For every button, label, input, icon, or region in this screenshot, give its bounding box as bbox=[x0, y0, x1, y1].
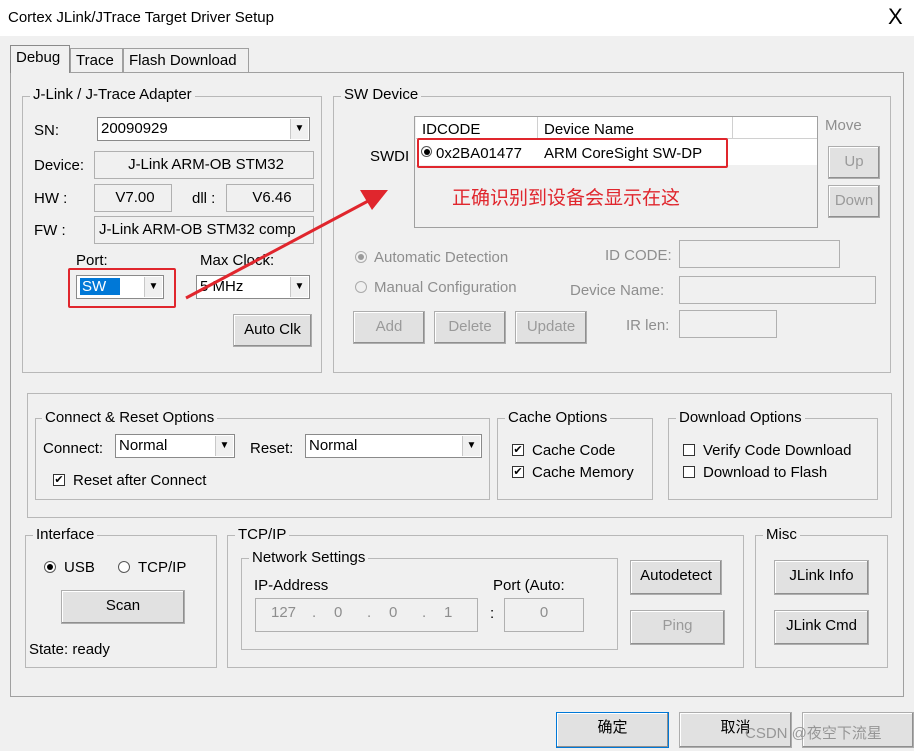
usb-radio[interactable] bbox=[44, 561, 56, 573]
cache-memory-label: Cache Memory bbox=[532, 464, 634, 481]
ip-octet-2: 0 bbox=[334, 604, 343, 621]
ping-button[interactable]: Ping bbox=[630, 610, 725, 645]
state-text: State: ready bbox=[29, 641, 110, 658]
jlink-info-button[interactable]: JLink Info bbox=[774, 560, 869, 595]
ip-address-field[interactable]: 127 . 0 . 0 . 1 bbox=[255, 598, 478, 632]
ip-dot: . bbox=[367, 604, 372, 621]
usb-label: USB bbox=[64, 559, 95, 576]
ip-address-label: IP-Address bbox=[254, 577, 329, 594]
verify-code-label: Verify Code Download bbox=[703, 442, 852, 459]
reset-after-connect-checkbox[interactable]: ✔ bbox=[53, 474, 65, 486]
reset-value: Normal bbox=[309, 437, 358, 454]
tcpip-group-title: TCP/IP bbox=[235, 527, 290, 543]
ip-octet-4: 1 bbox=[444, 604, 453, 621]
tcpip-radio[interactable] bbox=[118, 561, 130, 573]
port-auto-label: Port (Auto: bbox=[493, 577, 565, 594]
ip-octet-3: 0 bbox=[389, 604, 398, 621]
connect-select[interactable]: Normal ▼ bbox=[115, 434, 235, 458]
misc-group-title: Misc bbox=[763, 527, 800, 543]
tcpip-port-field[interactable]: 0 bbox=[504, 598, 584, 632]
connect-reset-group-title: Connect & Reset Options bbox=[42, 410, 218, 426]
cache-group bbox=[497, 418, 653, 500]
autodetect-button[interactable]: Autodetect bbox=[630, 560, 722, 595]
connect-value: Normal bbox=[119, 437, 168, 454]
download-flash-checkbox[interactable] bbox=[683, 466, 695, 478]
ip-dot: . bbox=[422, 604, 427, 621]
reset-select[interactable]: Normal ▼ bbox=[305, 434, 482, 458]
cache-code-label: Cache Code bbox=[532, 442, 616, 459]
reset-after-connect-label: Reset after Connect bbox=[73, 472, 207, 489]
interface-group-title: Interface bbox=[33, 527, 98, 543]
ip-dot: . bbox=[312, 604, 317, 621]
cache-code-checkbox[interactable]: ✔ bbox=[512, 444, 524, 456]
ip-octet-1: 127 bbox=[271, 604, 297, 621]
cache-memory-checkbox[interactable]: ✔ bbox=[512, 466, 524, 478]
tcpip-radio-label: TCP/IP bbox=[138, 559, 187, 576]
ok-button[interactable]: 确定 bbox=[556, 712, 669, 748]
scan-button[interactable]: Scan bbox=[61, 590, 185, 624]
reset-label: Reset: bbox=[250, 440, 294, 457]
chevron-down-icon: ▼ bbox=[462, 436, 480, 456]
misc-group bbox=[755, 535, 888, 668]
verify-code-checkbox[interactable] bbox=[683, 444, 695, 456]
chevron-down-icon: ▼ bbox=[215, 436, 233, 456]
download-group bbox=[668, 418, 878, 500]
network-settings-title: Network Settings bbox=[249, 550, 369, 566]
jlink-cmd-button[interactable]: JLink Cmd bbox=[774, 610, 869, 645]
download-flash-label: Download to Flash bbox=[703, 464, 828, 481]
port-separator: : bbox=[490, 605, 495, 622]
cache-group-title: Cache Options bbox=[505, 410, 611, 426]
connect-label: Connect: bbox=[43, 440, 104, 457]
tab-debug[interactable]: Debug bbox=[10, 45, 70, 73]
download-group-title: Download Options bbox=[676, 410, 805, 426]
watermark: CSDN @夜空下流星 bbox=[745, 725, 882, 742]
